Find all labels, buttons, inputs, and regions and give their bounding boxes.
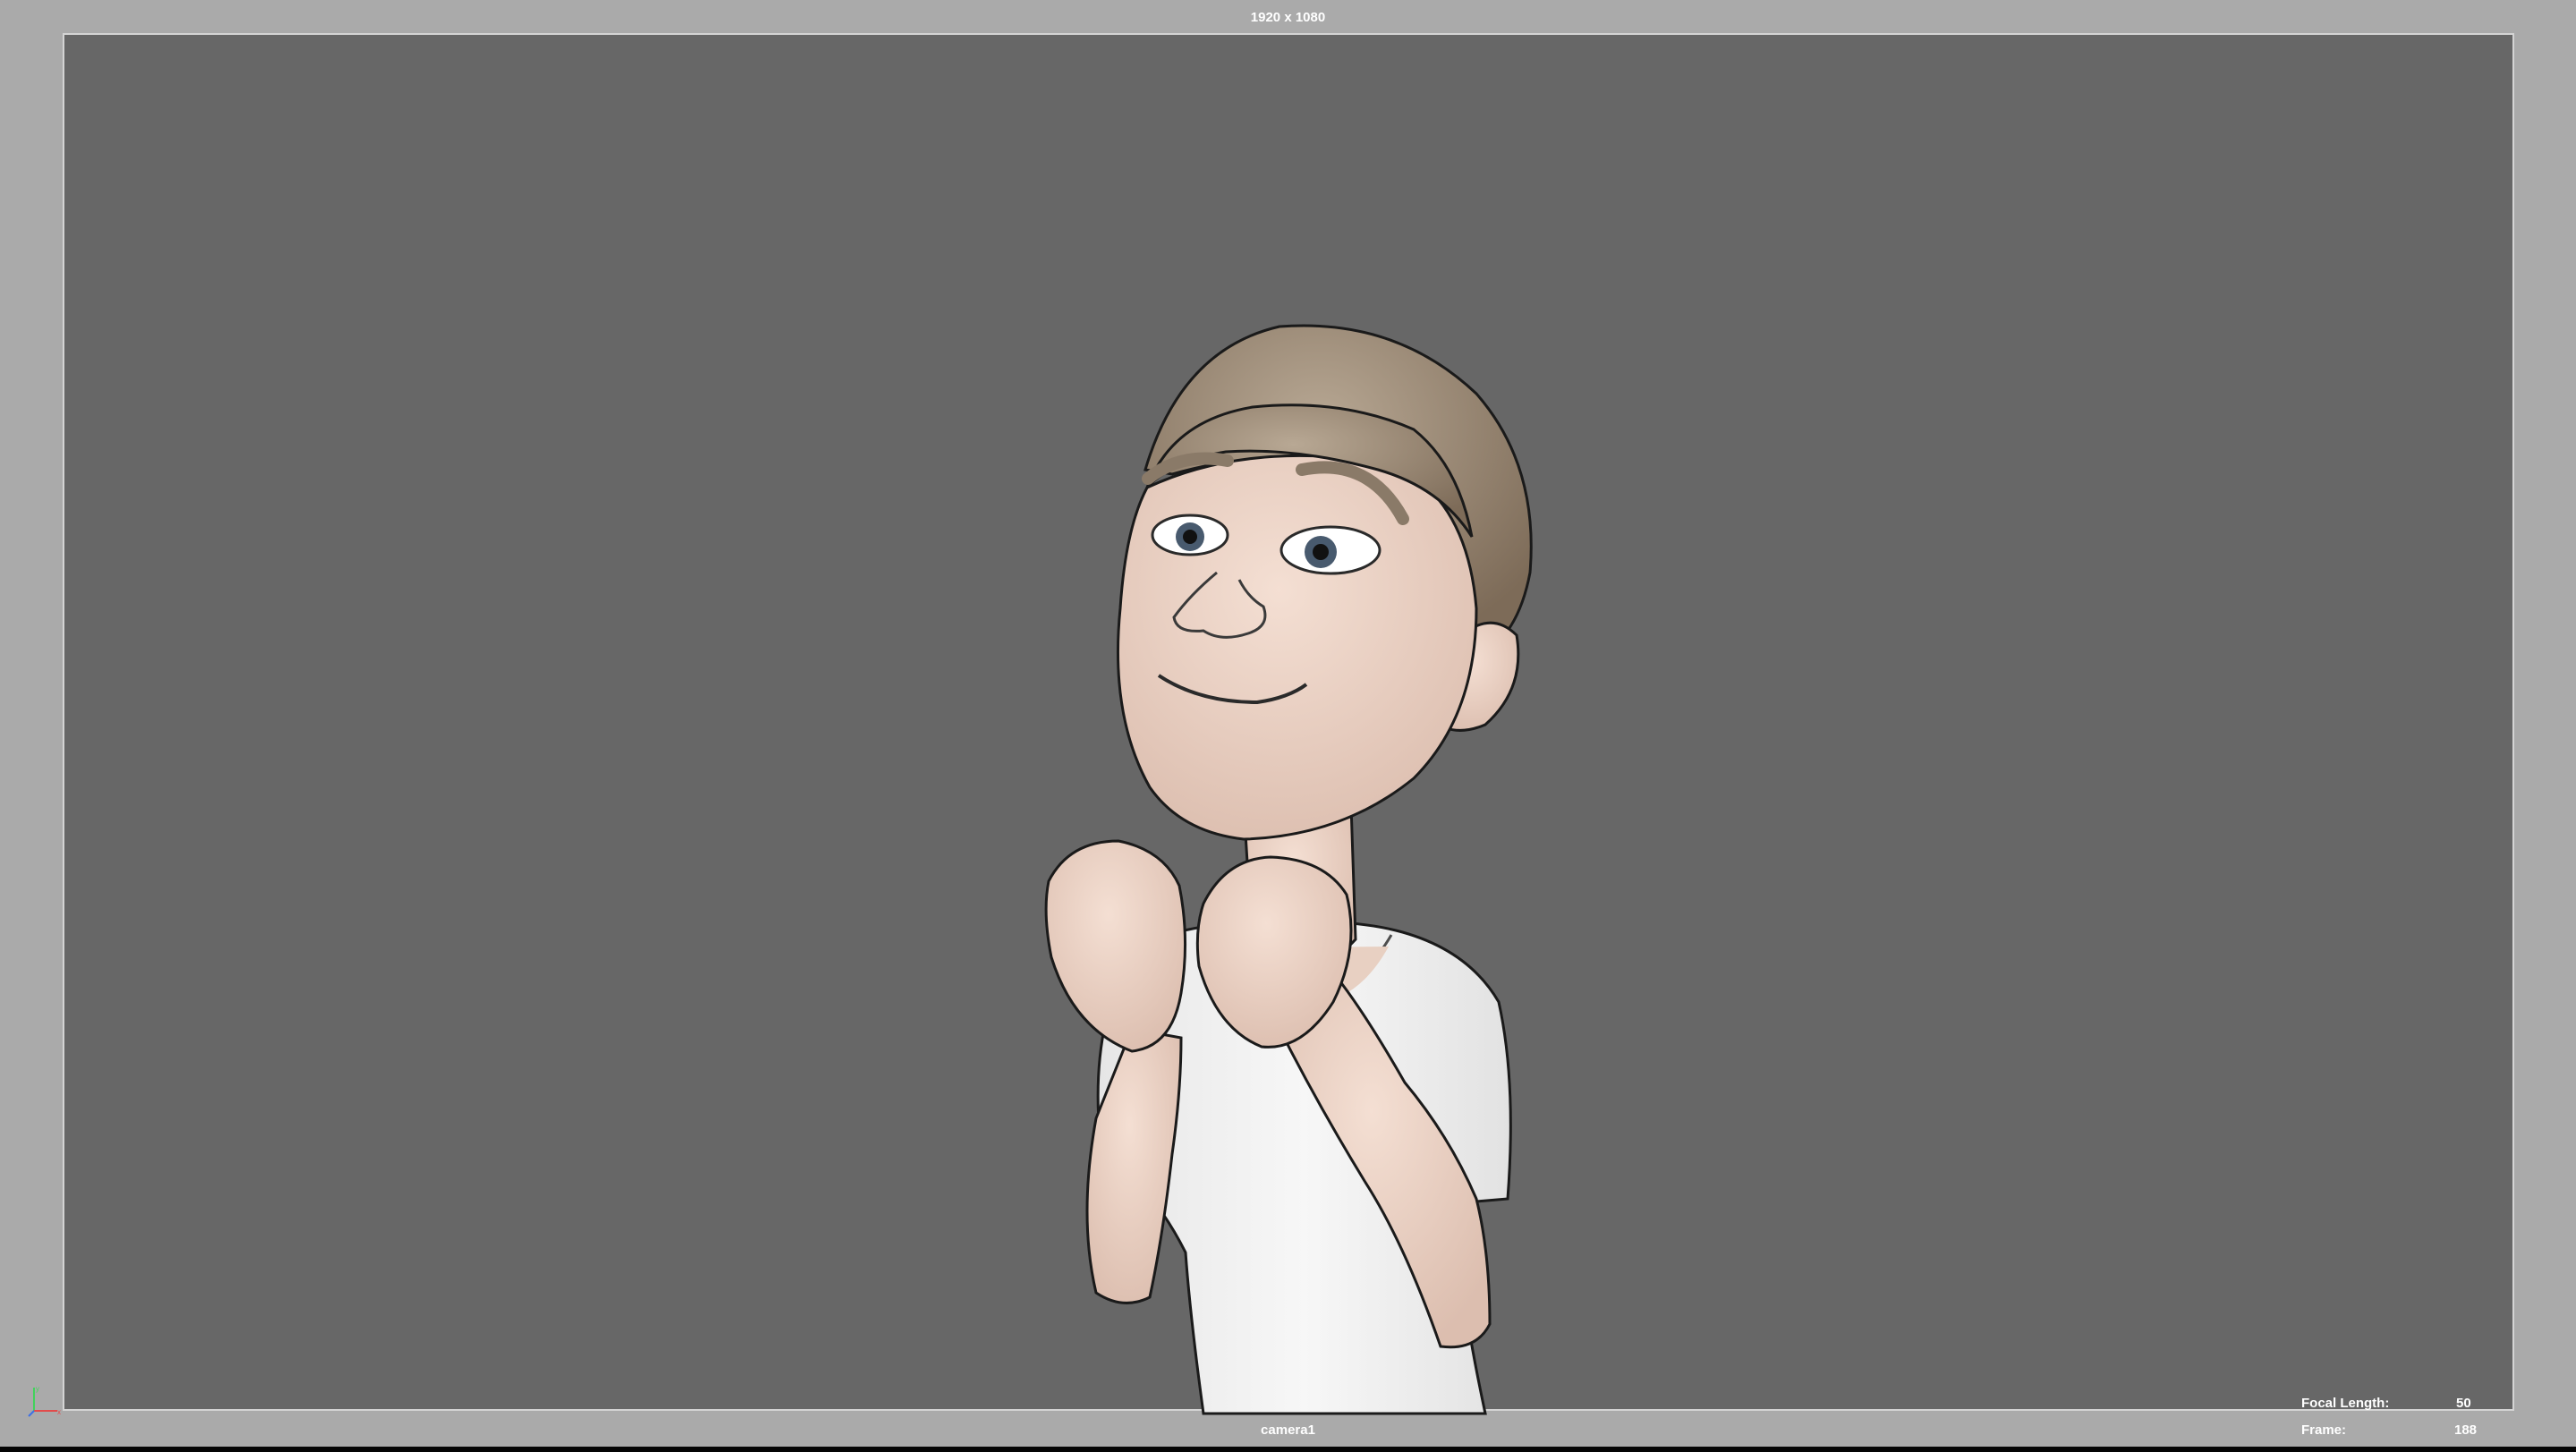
bottom-edge: [0, 1447, 2576, 1452]
maya-viewport[interactable]: 1920 x 1080 camera1 Focal Length: 50 Fra…: [0, 0, 2576, 1447]
camera-name: camera1: [1261, 1422, 1315, 1438]
head: [1116, 454, 1478, 841]
svg-text:x: x: [57, 1408, 61, 1416]
frame-label: Frame:: [2301, 1422, 2347, 1438]
axis-triad-icon: y x: [28, 1385, 61, 1417]
frame-value: 188: [2454, 1422, 2478, 1438]
resolution-label: 1920 x 1080: [1250, 10, 1326, 25]
focal-length-value: 50: [2456, 1396, 2471, 1411]
svg-text:y: y: [36, 1385, 39, 1393]
character-model[interactable]: [0, 0, 2576, 1447]
focal-length-label: Focal Length:: [2301, 1396, 2390, 1411]
